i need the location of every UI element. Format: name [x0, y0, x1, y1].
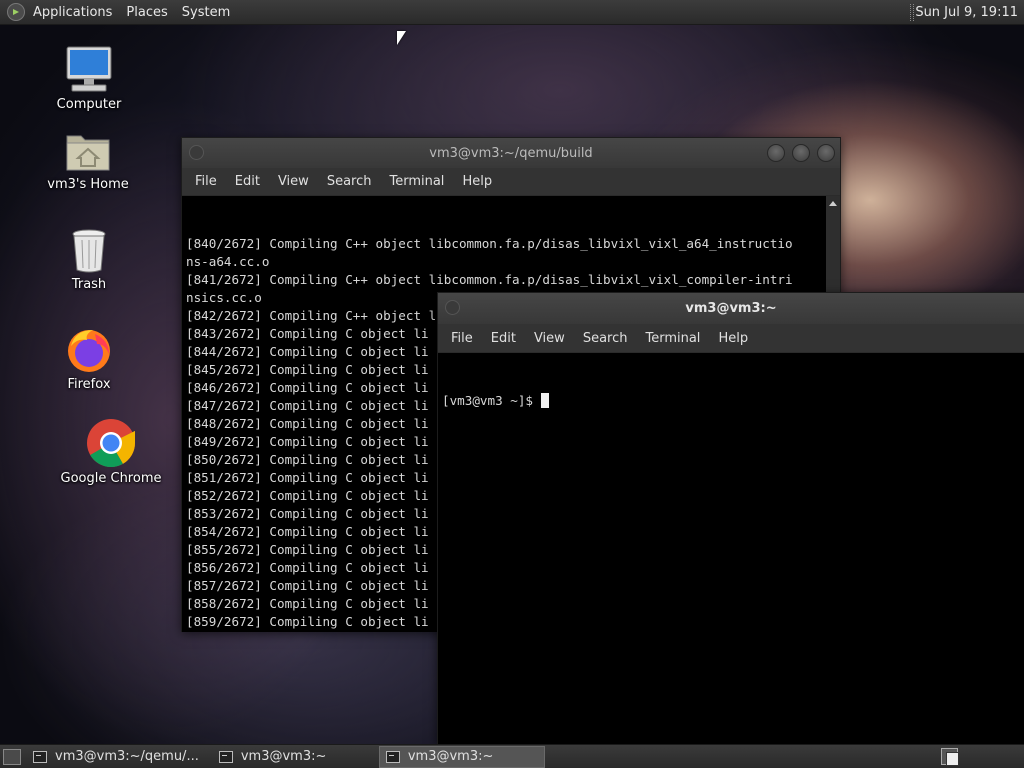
bottom-panel: vm3@vm3:~/qemu/... vm3@vm3:~ vm3@vm3:~ [0, 744, 1024, 768]
scroll-up-arrow-icon[interactable] [829, 201, 837, 206]
desktop-icon-computer[interactable]: Computer [34, 44, 144, 112]
trash-can-icon [69, 228, 109, 274]
taskbar-item-active[interactable]: vm3@vm3:~ [378, 745, 545, 768]
menu-view[interactable]: View [269, 174, 318, 189]
taskbar-item-label: vm3@vm3:~/qemu/... [55, 749, 199, 764]
desktop-icon-label: Firefox [67, 377, 111, 392]
terminal-icon [385, 750, 400, 763]
window-menu-icon[interactable] [189, 145, 204, 160]
menu-edit[interactable]: Edit [482, 331, 525, 346]
workspace-switcher[interactable] [941, 748, 959, 766]
terminal-menubar: File Edit View Search Terminal Help [438, 324, 1024, 352]
taskbar-item[interactable]: vm3@vm3:~/qemu/... [27, 746, 205, 768]
menu-file[interactable]: File [186, 174, 226, 189]
computer-monitor-icon [64, 44, 114, 94]
menu-view[interactable]: View [525, 331, 574, 346]
window-menu-icon[interactable] [445, 300, 460, 315]
places-menu[interactable]: Places [126, 5, 167, 20]
gnome-foot-icon[interactable] [7, 3, 25, 21]
menu-search[interactable]: Search [318, 174, 381, 189]
home-folder-icon [65, 128, 111, 174]
system-menu[interactable]: System [182, 5, 230, 20]
terminal-window-home[interactable]: vm3@vm3:~ File Edit View Search Terminal… [437, 292, 1024, 745]
taskbar-item[interactable]: vm3@vm3:~ [213, 746, 377, 768]
minimize-button[interactable] [767, 144, 785, 162]
window-title: vm3@vm3:~ [685, 301, 777, 316]
menu-help[interactable]: Help [709, 331, 757, 346]
desktop-icon-label: Trash [71, 277, 107, 292]
menu-help[interactable]: Help [453, 174, 501, 189]
terminal-line: [840/2672] Compiling C++ object libcommo… [186, 236, 793, 251]
menu-terminal[interactable]: Terminal [380, 174, 453, 189]
show-desktop-icon[interactable] [3, 748, 21, 765]
terminal-cursor [540, 393, 549, 408]
desktop-icon-label: Google Chrome [60, 471, 162, 486]
menu-file[interactable]: File [442, 331, 482, 346]
taskbar-item-label: vm3@vm3:~ [240, 749, 327, 764]
firefox-icon [65, 326, 113, 374]
taskbar-item-label: vm3@vm3:~ [407, 749, 494, 764]
desktop-icon-label: vm3's Home [47, 177, 129, 192]
terminal-output[interactable]: [vm3@vm3 ~]$ [438, 353, 1024, 745]
window-titlebar[interactable]: vm3@vm3:~/qemu/build [182, 138, 840, 168]
desktop-icon-firefox[interactable]: Firefox [34, 326, 144, 392]
chrome-icon [86, 418, 136, 468]
window-titlebar[interactable]: vm3@vm3:~ [438, 293, 1024, 324]
mouse-pointer-icon [397, 31, 406, 45]
menu-search[interactable]: Search [574, 331, 637, 346]
shell-prompt: [vm3@vm3 ~]$ [442, 393, 541, 408]
terminal-line: ns-a64.cc.o [186, 254, 270, 269]
desktop-icon-trash[interactable]: Trash [34, 228, 144, 292]
desktop-icon-label: Computer [56, 97, 122, 112]
window-title: vm3@vm3:~/qemu/build [429, 145, 593, 161]
clock[interactable]: Sun Jul 9, 19:11 [907, 0, 1024, 25]
close-button[interactable] [817, 144, 835, 162]
menu-edit[interactable]: Edit [226, 174, 269, 189]
top-panel: Applications Places System Sun Jul 9, 19… [0, 0, 1024, 25]
maximize-button[interactable] [792, 144, 810, 162]
desktop-icon-home[interactable]: vm3's Home [33, 128, 143, 192]
terminal-line: [841/2672] Compiling C++ object libcommo… [186, 272, 793, 287]
terminal-icon [218, 750, 233, 763]
applications-menu[interactable]: Applications [33, 5, 112, 20]
terminal-icon [33, 750, 47, 763]
menu-terminal[interactable]: Terminal [636, 331, 709, 346]
desktop-icon-chrome[interactable]: Google Chrome [56, 418, 166, 486]
terminal-menubar: File Edit View Search Terminal Help [182, 168, 840, 195]
